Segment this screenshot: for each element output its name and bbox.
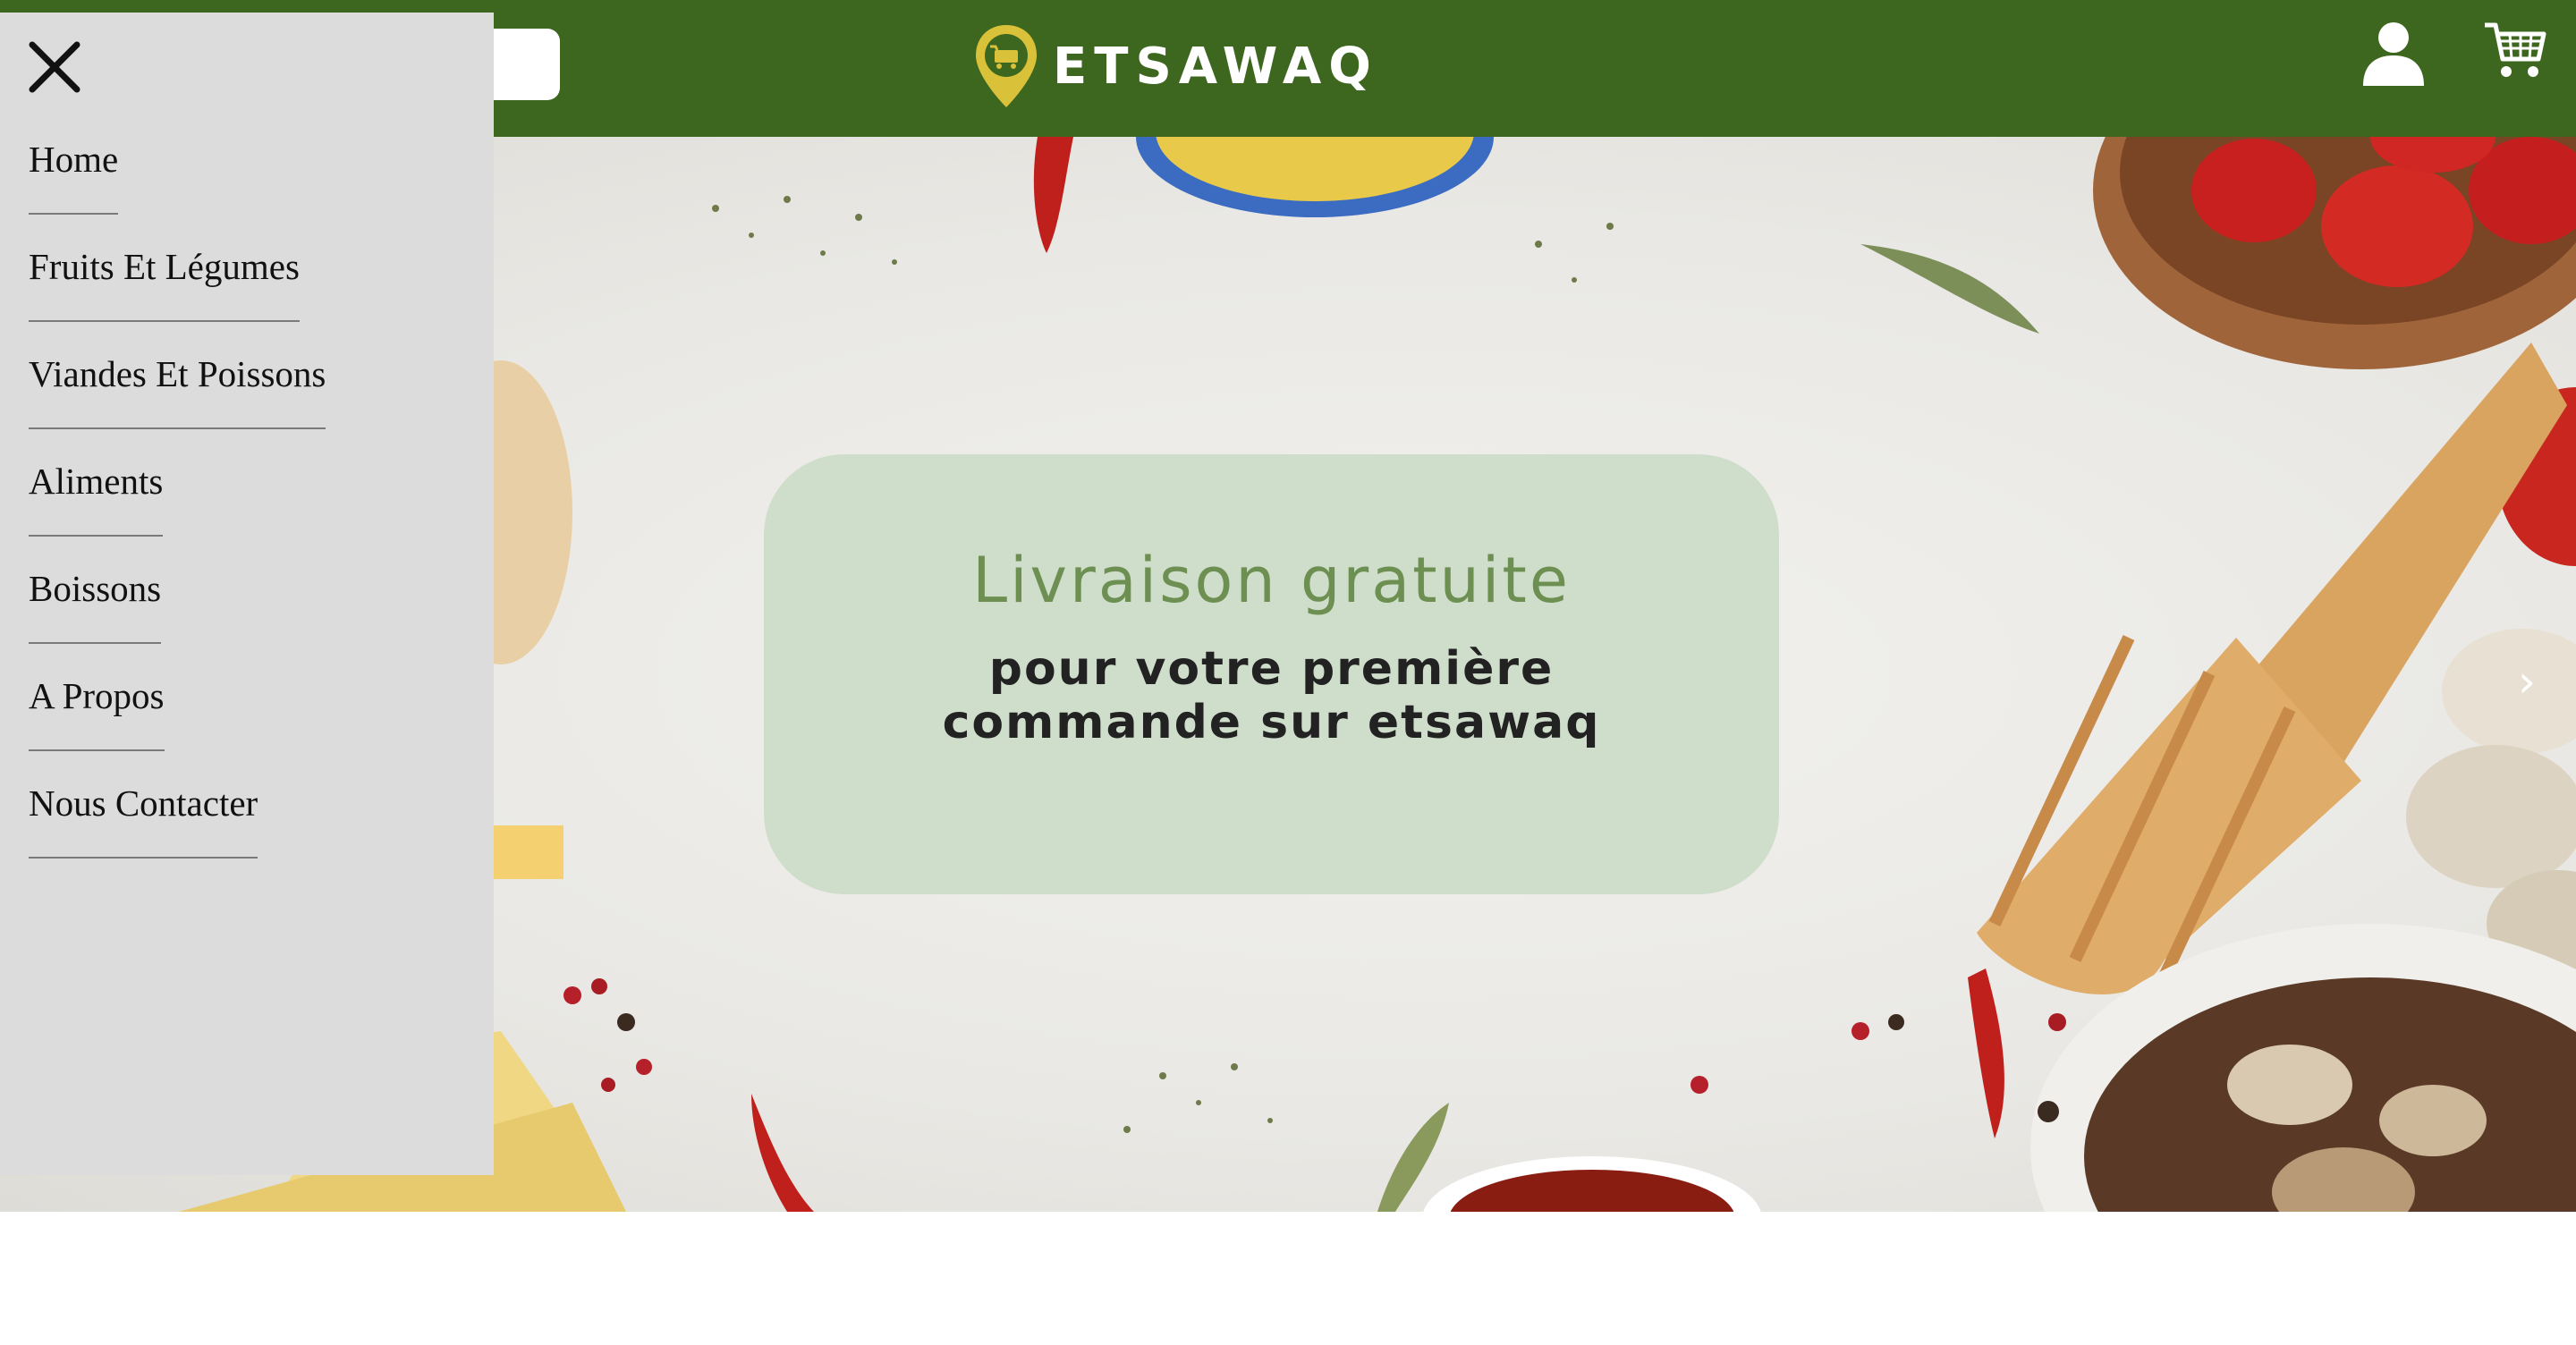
promo-line-1: pour votre première <box>988 642 1555 696</box>
side-drawer-menu: Home Fruits Et Légumes Viandes Et Poisso… <box>0 13 494 1175</box>
drawer-item: Aliments <box>29 460 326 567</box>
promo-card[interactable]: Livraison gratuite pour votre première c… <box>764 454 1779 894</box>
menu-link-home[interactable]: Home <box>29 138 119 215</box>
menu-link-boissons[interactable]: Boissons <box>29 567 162 644</box>
promo-title: Livraison gratuite <box>972 544 1571 617</box>
drawer-menu-list: Home Fruits Et Légumes Viandes Et Poisso… <box>29 138 326 889</box>
drawer-item: A Propos <box>29 674 326 782</box>
drawer-item: Nous Contacter <box>29 782 326 889</box>
menu-link-fruits-legumes[interactable]: Fruits Et Légumes <box>29 245 300 322</box>
logo-pin-icon <box>976 25 1037 107</box>
brand-logo[interactable]: ETSAWAQ <box>970 21 1378 111</box>
brand-name: ETSAWAQ <box>1053 37 1378 96</box>
drawer-item: Viandes Et Poissons <box>29 352 326 460</box>
drawer-item: Home <box>29 138 326 245</box>
drawer-item: Fruits Et Légumes <box>29 245 326 352</box>
user-icon[interactable] <box>2358 16 2429 88</box>
menu-link-nous-contacter[interactable]: Nous Contacter <box>29 782 258 859</box>
menu-link-a-propos[interactable]: A Propos <box>29 674 165 751</box>
cart-icon[interactable] <box>2483 18 2547 82</box>
promo-subtitle: pour votre première commande sur etsawaq <box>818 642 1725 749</box>
drawer-item: Boissons <box>29 567 326 674</box>
content-area <box>0 1212 2576 1345</box>
menu-link-aliments[interactable]: Aliments <box>29 460 164 537</box>
promo-line-2: commande sur etsawaq <box>942 696 1601 749</box>
chevron-right-icon[interactable]: › <box>2518 656 2554 709</box>
close-icon[interactable] <box>25 38 84 97</box>
menu-link-viandes-poissons[interactable]: Viandes Et Poissons <box>29 352 326 429</box>
